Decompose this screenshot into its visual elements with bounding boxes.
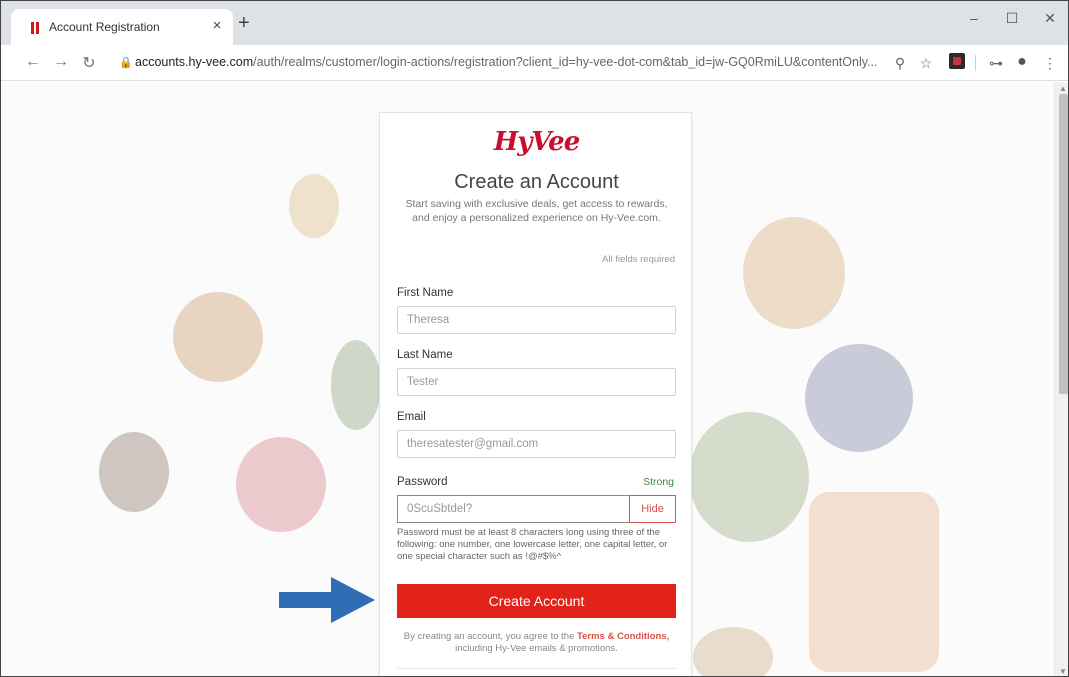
url-path: /auth/realms/customer/login-actions/regi… — [253, 55, 878, 69]
password-requirements: Password must be at least 8 characters l… — [397, 527, 668, 562]
registration-card: HyVee Create an Account Start saving wit… — [379, 112, 692, 676]
key-icon[interactable]: ⊶ — [987, 55, 1005, 72]
page-viewport: HyVee Create an Account Start saving wit… — [1, 82, 1054, 676]
forward-icon[interactable]: → — [51, 53, 71, 71]
first-name-label: First Name — [397, 287, 454, 299]
broccoli-image — [689, 412, 809, 542]
scroll-down-icon[interactable]: ▼ — [1059, 667, 1067, 676]
toolbar-separator — [975, 55, 976, 71]
raspberries-bowl-image — [236, 437, 326, 532]
dark-berries-image — [99, 432, 169, 512]
menu-icon[interactable]: ⋮ — [1041, 55, 1059, 72]
reload-icon[interactable]: ↻ — [79, 53, 99, 73]
greens-image — [331, 340, 381, 430]
first-name-field[interactable] — [397, 306, 676, 334]
card-divider — [397, 668, 676, 669]
create-account-button[interactable]: Create Account — [397, 584, 676, 618]
blueberries-bowl-image — [805, 344, 913, 452]
password-field[interactable] — [397, 495, 629, 523]
egg-image — [289, 174, 339, 238]
password-strength-indicator: Strong — [643, 476, 674, 488]
scroll-up-icon[interactable]: ▲ — [1059, 84, 1067, 93]
almonds-bowl-image — [743, 217, 845, 329]
url-host: accounts.hy-vee.com — [135, 55, 254, 69]
account-icon[interactable]: ● — [1013, 53, 1031, 71]
bookmark-star-icon[interactable]: ☆ — [917, 55, 935, 72]
last-name-label: Last Name — [397, 349, 453, 361]
minimize-button[interactable]: – — [959, 10, 989, 26]
title-bar: Account Registration × + – ☐ ✕ — [1, 1, 1068, 45]
terms-prefix: By creating an account, you agree to the — [403, 631, 575, 642]
address-bar[interactable]: 🔒 accounts.hy-vee.com/auth/realms/custom… — [109, 50, 887, 76]
close-window-button[interactable]: ✕ — [1035, 10, 1065, 27]
last-name-field[interactable] — [397, 368, 676, 396]
hyvee-favicon-icon — [31, 22, 41, 34]
scroll-thumb[interactable] — [1059, 94, 1068, 394]
pdf-extension-icon[interactable] — [949, 53, 965, 69]
browser-toolbar: ← → ↻ 🔒 accounts.hy-vee.com/auth/realms/… — [1, 45, 1068, 81]
maximize-button[interactable]: ☐ — [997, 10, 1027, 27]
pointer-arrow-icon — [279, 577, 375, 623]
new-tab-button[interactable]: + — [238, 13, 250, 33]
page-scrollbar[interactable]: ▲ ▼ — [1054, 82, 1068, 676]
url-text: accounts.hy-vee.com/auth/realms/customer… — [135, 55, 877, 69]
back-icon[interactable]: ← — [23, 53, 43, 71]
tab-title: Account Registration — [49, 20, 160, 34]
required-note: All fields required — [602, 254, 675, 265]
lock-icon: 🔒 — [119, 57, 133, 69]
tab-close-icon[interactable]: × — [207, 17, 227, 34]
bowl-image — [693, 627, 773, 676]
email-label: Email — [397, 411, 426, 423]
browser-tab[interactable]: Account Registration × — [11, 9, 233, 45]
email-field[interactable] — [397, 430, 676, 458]
password-label: Password — [397, 476, 448, 488]
terms-notice: By creating an account, you agree to the… — [400, 631, 673, 655]
hyvee-logo: HyVee — [493, 127, 581, 157]
terms-suffix: including Hy-Vee emails & promotions. — [455, 643, 618, 654]
terms-link[interactable]: Terms & Conditions, — [577, 631, 669, 642]
page-title: Create an Account — [454, 171, 619, 193]
hide-password-button[interactable]: Hide — [629, 495, 676, 523]
beans-bowl-image — [173, 292, 263, 382]
page-subtitle: Start saving with exclusive deals, get a… — [405, 198, 668, 224]
zoom-icon[interactable]: ⚲ — [891, 55, 909, 72]
carrots-image — [809, 492, 939, 672]
browser-window: Account Registration × + – ☐ ✕ ← → ↻ 🔒 a… — [0, 0, 1069, 677]
